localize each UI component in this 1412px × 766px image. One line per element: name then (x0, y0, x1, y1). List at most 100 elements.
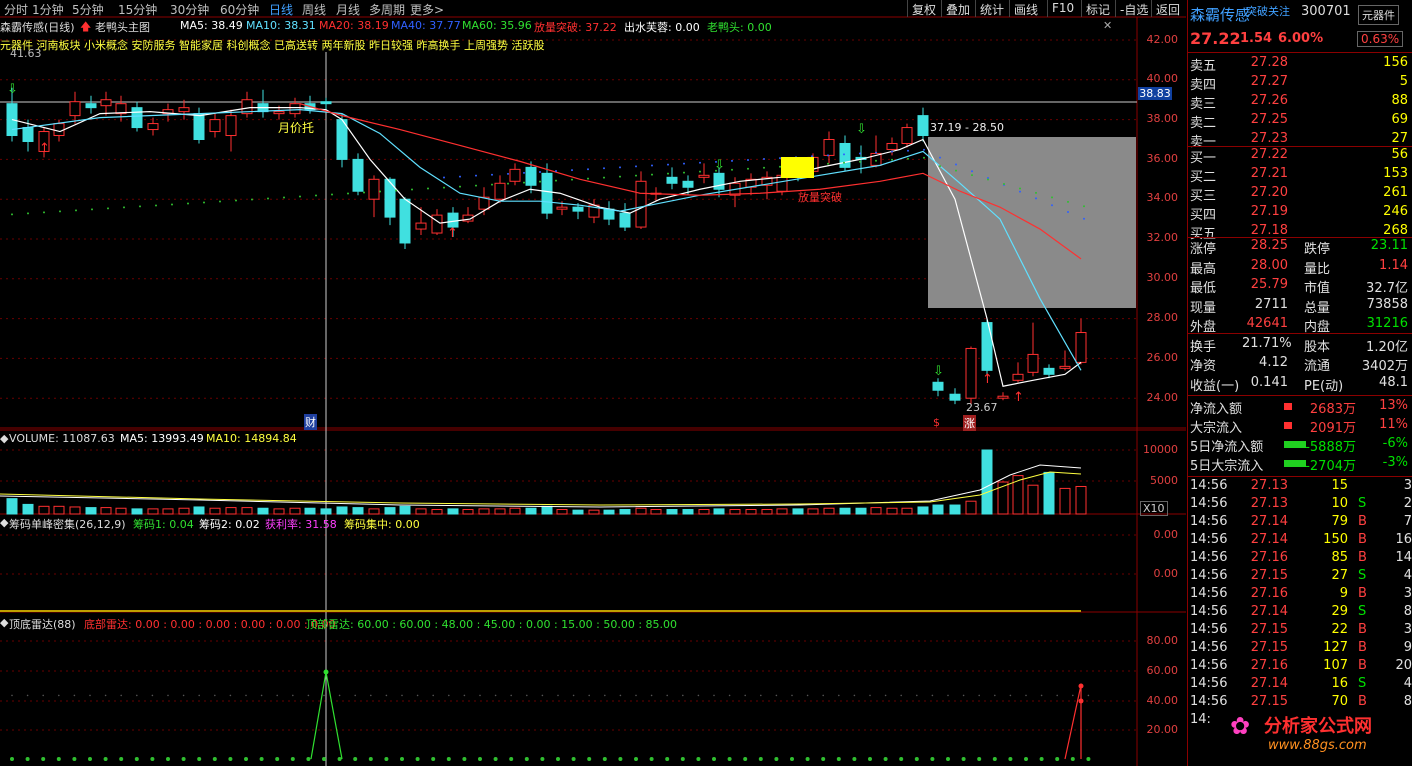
toolbar-button-3[interactable]: 画线 (1009, 0, 1042, 17)
period-9[interactable]: 多周期 (369, 1, 405, 18)
tick-time: 14:56 (1190, 478, 1228, 493)
candle-body (666, 176, 678, 184)
stat-value: 4.12 (1259, 355, 1288, 370)
volume-bar (807, 508, 819, 515)
breakout-box (781, 157, 814, 178)
radar-ref-dot (682, 694, 684, 697)
radar-ref-dot (229, 694, 232, 697)
volume-bar (225, 507, 237, 515)
kline-chart[interactable]: ↑ ↑ ↑ ↑ ⇩ ⇩ ⇩ ⇩ (0, 0, 1186, 766)
stat-row: 现量 2711 总量 73858 (1190, 296, 1411, 316)
toolbar-button-6[interactable]: -自选 (1115, 0, 1152, 17)
y-tick: 28.00 (1146, 311, 1179, 324)
period-5[interactable]: 60分钟 (220, 1, 259, 18)
candle-body (1027, 353, 1039, 373)
radar-ref-dot (697, 694, 700, 697)
volume-bar (399, 505, 411, 515)
toolbar-button-5[interactable]: 标记 (1081, 0, 1114, 17)
period-0[interactable]: 分时 (4, 1, 28, 18)
radar-dot (821, 757, 826, 761)
tick-price: 27.15 (1250, 694, 1288, 709)
period-10[interactable]: 更多> (410, 1, 444, 18)
period-2[interactable]: 5分钟 (72, 1, 104, 18)
ma40-dot (859, 152, 861, 155)
y-tick: 24.00 (1146, 391, 1179, 404)
volume-bar (917, 506, 929, 515)
candle-body (384, 178, 396, 218)
volume-bar (147, 508, 159, 515)
y-tick: 36.00 (1146, 152, 1179, 165)
radar-ref-dot (260, 694, 263, 697)
toolbar-button-0[interactable]: 复权 (907, 0, 940, 17)
bid-volume: 153 (1383, 166, 1408, 181)
chip-icon: ◆ (0, 516, 9, 529)
tick-price: 27.13 (1250, 496, 1288, 511)
tick-time: 14:56 (1190, 676, 1228, 691)
ma60-dot (171, 203, 173, 206)
tick-count: 20 (1395, 658, 1412, 673)
stat-row: 最高 28.00 量比 1.14 (1190, 257, 1411, 277)
finance-marker[interactable]: 财 (304, 414, 317, 430)
toolbar-button-1[interactable]: 叠加 (941, 0, 974, 17)
bid-volume: 56 (1391, 147, 1408, 162)
volume-bar (509, 507, 521, 515)
radar-ref-dot (822, 694, 824, 697)
tick-volume: 16 (1331, 676, 1348, 691)
sector-tag[interactable]: 元器件 (1358, 5, 1399, 25)
volume-bar (22, 503, 34, 515)
tick-time: 14:56 (1190, 532, 1228, 547)
tick-count: 4 (1403, 676, 1412, 691)
ma60-dot (891, 158, 893, 161)
toolbar-button-4[interactable]: F10 (1047, 0, 1078, 17)
candle-body (965, 347, 977, 399)
radar-dot (680, 757, 685, 761)
ma60-dot (843, 161, 845, 164)
radar-ref-dot (853, 694, 856, 697)
ma5-line (11, 107, 1082, 387)
tick-side: S (1358, 676, 1367, 691)
ma40-dot (571, 169, 573, 172)
radar-dot (712, 757, 716, 761)
toolbar-button-2[interactable]: 统计 (975, 0, 1008, 17)
volume-bar (981, 449, 993, 515)
tick-count: 3 (1403, 586, 1412, 601)
candle-body (823, 139, 835, 156)
candle-body (100, 99, 112, 107)
ma60-dot (923, 156, 925, 159)
period-8[interactable]: 月线 (336, 1, 360, 18)
volume-bar (541, 505, 553, 515)
period-4[interactable]: 30分钟 (170, 1, 209, 18)
ma40-dot (1083, 217, 1085, 220)
ma40-dot (779, 157, 781, 160)
period-1[interactable]: 1分钟 (32, 1, 64, 18)
period-6[interactable]: 日线 (269, 1, 293, 18)
radar-dot (244, 757, 248, 761)
candle-body (415, 222, 427, 230)
toolbar-button-7[interactable]: 返回 (1151, 0, 1184, 17)
candle-body (541, 172, 553, 214)
tick-volume: 79 (1331, 514, 1348, 529)
tick-count: 4 (1403, 568, 1412, 583)
limit-up-marker[interactable]: 涨 (963, 415, 976, 431)
stat-value: 25.79 (1250, 277, 1288, 292)
volume-bar (932, 504, 944, 515)
volume-bar (1059, 487, 1071, 515)
radar-dot (852, 757, 857, 761)
follow-tag[interactable]: 突破关注 (1246, 3, 1290, 19)
radar-dot (961, 757, 966, 761)
radar-top: 顶部雷达: 60.00 : 60.00 : 48.00 : 45.00 : 0.… (306, 618, 678, 631)
radar-dot (1039, 757, 1044, 761)
stat-row: 换手 21.71% 股本 1.20亿 (1190, 335, 1411, 355)
volume-bar (729, 509, 741, 515)
y-tick: 38.00 (1146, 112, 1179, 125)
ma60-dot (731, 168, 733, 171)
chart-area[interactable]: ↑ ↑ ↑ ↑ ⇩ ⇩ ⇩ ⇩ 分时 1分钟 5分钟 15分钟 30分钟 60分钟 日线 周线 月线 多周期 更多… (0, 0, 1186, 766)
period-3[interactable]: 15分钟 (118, 1, 157, 18)
period-7[interactable]: 周线 (302, 1, 326, 18)
radar-ref-dot (323, 694, 325, 697)
close-icon[interactable]: ✕ (1103, 19, 1112, 32)
radar-dot (368, 757, 373, 761)
indicator-name[interactable]: 老鸭头主图 (95, 19, 150, 35)
candle-body (22, 127, 34, 142)
stat-value: 73858 (1366, 296, 1408, 312)
